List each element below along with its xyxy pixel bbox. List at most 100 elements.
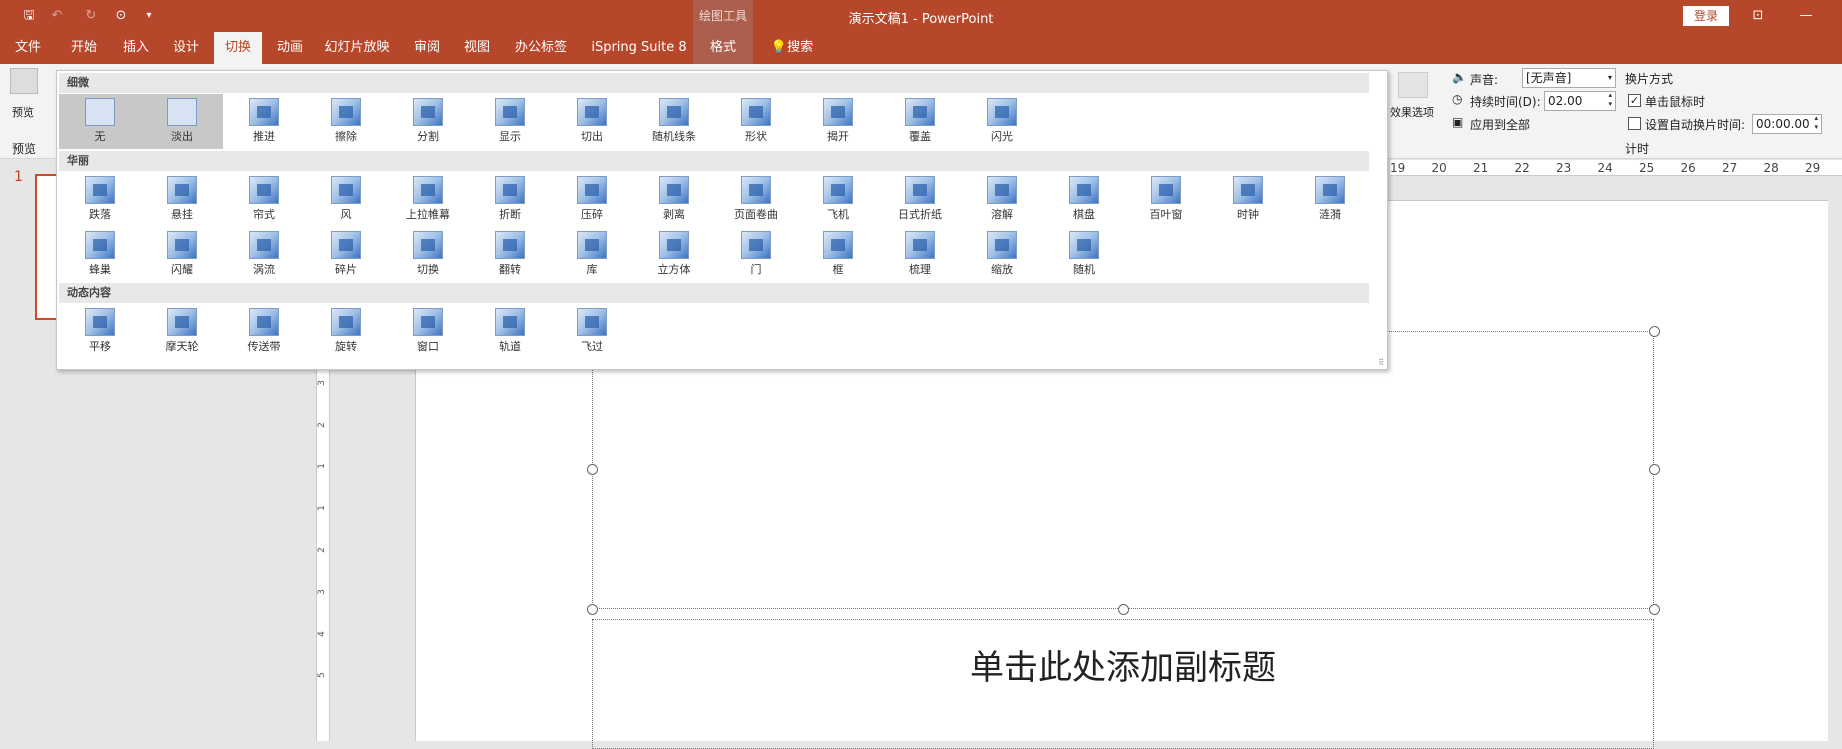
transition-item[interactable]: 悬挂 — [141, 172, 223, 227]
transition-item[interactable]: 百叶窗 — [1125, 172, 1207, 227]
after-time-checkbox[interactable] — [1628, 117, 1641, 130]
transition-item[interactable]: 涟漪 — [1289, 172, 1371, 227]
transition-item[interactable]: 跌落 — [59, 172, 141, 227]
transition-item[interactable]: 风 — [305, 172, 387, 227]
sound-select[interactable]: [无声音] ▾ — [1522, 68, 1616, 88]
transition-thumbnail-icon — [249, 308, 279, 336]
resize-handle[interactable] — [587, 464, 598, 475]
transition-item[interactable]: 闪光 — [961, 94, 1043, 149]
save-icon[interactable]: 🖫 — [20, 7, 38, 25]
transition-item[interactable]: 分割 — [387, 94, 469, 149]
tab-file[interactable]: 文件 — [8, 32, 48, 64]
transition-item[interactable]: 翻转 — [469, 227, 551, 282]
transition-label: 库 — [586, 263, 598, 276]
transition-thumbnail-icon — [167, 231, 197, 259]
search-label: 搜索 — [787, 40, 814, 55]
tab-transitions[interactable]: 切换 — [214, 32, 262, 64]
transition-label: 分割 — [417, 130, 439, 143]
transition-item[interactable]: 旋转 — [305, 304, 387, 359]
apply-to-all-button[interactable]: 应用到全部 — [1470, 116, 1530, 133]
login-button[interactable]: 登录 — [1683, 6, 1729, 26]
tab-home[interactable]: 开始 — [64, 32, 104, 64]
ruler-tick-label: 20 — [1431, 161, 1447, 175]
transition-item[interactable]: 飞过 — [551, 304, 633, 359]
transition-item[interactable]: 压碎 — [551, 172, 633, 227]
tab-review[interactable]: 审阅 — [407, 32, 447, 64]
resize-grip-icon[interactable]: ⠿ — [1378, 358, 1384, 367]
after-time-label: 设置自动换片时间: — [1645, 118, 1746, 132]
transition-item[interactable]: 闪耀 — [141, 227, 223, 282]
resize-handle[interactable] — [1649, 464, 1660, 475]
tab-insert[interactable]: 插入 — [116, 32, 156, 64]
transition-item[interactable]: 库 — [551, 227, 633, 282]
transition-item[interactable]: 随机线条 — [633, 94, 715, 149]
transition-item[interactable]: 页面卷曲 — [715, 172, 797, 227]
transition-item[interactable]: 棋盘 — [1043, 172, 1125, 227]
transition-item[interactable]: 形状 — [715, 94, 797, 149]
on-click-checkbox[interactable]: ✓ — [1628, 94, 1641, 107]
transition-item[interactable]: 时钟 — [1207, 172, 1289, 227]
undo-icon[interactable]: ↶ — [48, 7, 66, 25]
transition-item[interactable]: 推进 — [223, 94, 305, 149]
transition-item[interactable]: 蜂巢 — [59, 227, 141, 282]
spin-icon[interactable]: ▴ ▾ — [1814, 114, 1818, 132]
tab-design[interactable]: 设计 — [166, 32, 206, 64]
transition-item[interactable]: 框 — [797, 227, 879, 282]
customize-quick-access-icon[interactable]: ▾ — [140, 7, 158, 25]
transition-item[interactable]: 帘式 — [223, 172, 305, 227]
minimize-icon[interactable]: — — [1796, 6, 1816, 26]
transition-item[interactable]: 窗口 — [387, 304, 469, 359]
transition-item[interactable]: 涡流 — [223, 227, 305, 282]
transition-item[interactable]: 飞机 — [797, 172, 879, 227]
transition-item[interactable]: 缩放 — [961, 227, 1043, 282]
resize-handle[interactable] — [1118, 604, 1129, 615]
touch-mode-icon[interactable]: ⊙ — [112, 7, 130, 25]
transition-item[interactable]: 碎片 — [305, 227, 387, 282]
ribbon-display-options-icon[interactable]: ⊡ — [1748, 6, 1768, 26]
transition-item[interactable]: 传送带 — [223, 304, 305, 359]
transition-item[interactable]: 切出 — [551, 94, 633, 149]
effect-options-icon[interactable] — [1398, 72, 1428, 98]
title-placeholder[interactable] — [592, 331, 1654, 609]
resize-handle[interactable] — [587, 604, 598, 615]
tab-slideshow[interactable]: 幻灯片放映 — [322, 32, 392, 64]
transition-item[interactable]: 梳理 — [879, 227, 961, 282]
transition-item[interactable]: 无 — [59, 94, 141, 149]
transition-label: 擦除 — [335, 130, 357, 143]
resize-handle[interactable] — [1649, 604, 1660, 615]
transition-item[interactable]: 淡出 — [141, 94, 223, 149]
transition-item[interactable]: 摩天轮 — [141, 304, 223, 359]
transition-item[interactable]: 门 — [715, 227, 797, 282]
tab-view[interactable]: 视图 — [457, 32, 497, 64]
search-box[interactable]: 💡搜索 — [764, 32, 820, 64]
transition-thumbnail-icon — [413, 176, 443, 204]
subtitle-placeholder-text: 单击此处添加副标题 — [970, 648, 1276, 688]
sound-label: 声音: — [1470, 73, 1499, 87]
transition-item[interactable]: 立方体 — [633, 227, 715, 282]
transition-item[interactable]: 轨道 — [469, 304, 551, 359]
transition-item[interactable]: 显示 — [469, 94, 551, 149]
transition-item[interactable]: 折断 — [469, 172, 551, 227]
duration-input[interactable]: 02.00 ▴ ▾ — [1544, 91, 1616, 111]
transition-item[interactable]: 日式折纸 — [879, 172, 961, 227]
transition-label: 立方体 — [657, 263, 691, 276]
transition-item[interactable]: 随机 — [1043, 227, 1125, 282]
transition-item[interactable]: 揭开 — [797, 94, 879, 149]
tab-ispring[interactable]: iSpring Suite 8 — [588, 32, 690, 64]
preview-icon[interactable] — [10, 68, 38, 94]
transition-item[interactable]: 切换 — [387, 227, 469, 282]
resize-handle[interactable] — [1649, 326, 1660, 337]
spin-icon[interactable]: ▴ ▾ — [1608, 91, 1612, 109]
transition-item[interactable]: 上拉帷幕 — [387, 172, 469, 227]
transition-item[interactable]: 覆盖 — [879, 94, 961, 149]
tab-format[interactable]: 格式 — [693, 32, 753, 64]
transition-item[interactable]: 溶解 — [961, 172, 1043, 227]
redo-icon[interactable]: ↻ — [82, 7, 100, 25]
transition-item[interactable]: 剥离 — [633, 172, 715, 227]
tab-animations[interactable]: 动画 — [270, 32, 310, 64]
tab-office-tabs[interactable]: 办公标签 — [512, 32, 570, 64]
subtitle-placeholder[interactable]: 单击此处添加副标题 — [592, 619, 1654, 749]
after-time-input[interactable]: 00:00.00 ▴ ▾ — [1752, 114, 1822, 134]
transition-item[interactable]: 擦除 — [305, 94, 387, 149]
transition-item[interactable]: 平移 — [59, 304, 141, 359]
